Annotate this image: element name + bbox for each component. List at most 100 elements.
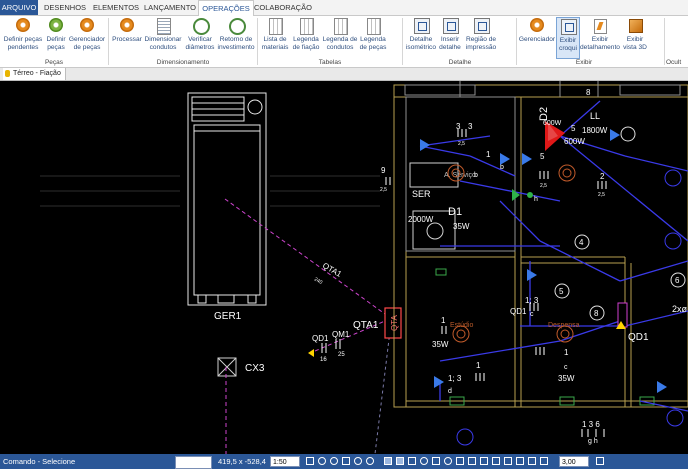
scale-select[interactable]: 1:50 <box>270 456 300 467</box>
track-icon[interactable] <box>366 457 374 465</box>
regiao-impressao-button[interactable]: Região de impressão <box>463 17 499 57</box>
dimensionar-condutos-button[interactable]: Dimensionar condutos <box>143 17 183 57</box>
button-label: Definir peças <box>3 36 43 43</box>
legenda-pecas-button[interactable]: Legenda de peças <box>358 17 388 57</box>
num-3-b: 3 <box>468 122 473 131</box>
ortho-icon[interactable] <box>330 457 338 465</box>
lineweight-toggle-icon[interactable] <box>516 457 524 465</box>
money-icon <box>229 18 246 35</box>
processar-button[interactable]: Processar <box>111 17 143 57</box>
table-icon <box>367 18 381 35</box>
button-label: Detalhe <box>409 36 433 43</box>
tab-desenhos[interactable]: DESENHOS <box>42 0 88 15</box>
extension-icon[interactable] <box>444 457 452 465</box>
osnap-icon[interactable] <box>342 457 350 465</box>
hatch-icon[interactable] <box>540 457 548 465</box>
button-label: impressão <box>465 43 497 51</box>
button-label: Dimensionar <box>144 36 182 43</box>
perpendicular-icon[interactable] <box>468 457 476 465</box>
verificar-diametros-button[interactable]: Verificar diâmetros <box>183 17 217 57</box>
snap-icon[interactable] <box>318 457 326 465</box>
nearest-icon[interactable] <box>492 457 500 465</box>
command-input[interactable] <box>175 456 212 469</box>
definir-pecas-button[interactable]: Definir peças <box>44 17 68 57</box>
tab-arquivo[interactable]: ARQUIVO <box>0 0 38 15</box>
intersection-icon[interactable] <box>432 457 440 465</box>
group-separator <box>516 18 517 65</box>
tab-elementos[interactable]: ELEMENTOS <box>90 0 142 15</box>
cursor-coordinates: 419,5 x -528,4 <box>218 457 266 466</box>
retorno-investimento-button[interactable]: Retorno de investimento <box>217 17 255 57</box>
gerenciador-pecas-button[interactable]: Gerenciador de peças <box>68 17 106 57</box>
zoom-icon[interactable] <box>596 457 604 465</box>
exibir-vista-3d-button[interactable]: Exibir vista 3D <box>620 17 650 57</box>
label-2000w: 2000W <box>408 215 434 224</box>
button-label: detalhe <box>439 43 461 51</box>
button-label: de fiação <box>292 43 320 51</box>
view-tab-terreo[interactable]: Térreo - Fiação <box>3 68 66 80</box>
label-qtd: 1 3 6 <box>582 420 600 429</box>
midpoint-icon[interactable] <box>396 457 404 465</box>
table-icon <box>269 18 283 35</box>
tab-colaboracao[interactable]: COLABORAÇÃO <box>254 0 312 15</box>
quadrant-icon[interactable] <box>420 457 428 465</box>
gerenciador-button[interactable]: Gerenciador <box>518 17 556 57</box>
label-5-top: 5 <box>571 124 576 133</box>
legenda-fiacao-button[interactable]: Legenda de fiação <box>290 17 322 57</box>
letter-b-b: b <box>474 172 478 179</box>
button-label: de peças <box>359 43 387 51</box>
num-9: 9 <box>381 166 386 175</box>
status-bar: Comando - Selecione 419,5 x -528,4 1:50 … <box>0 454 688 469</box>
label-ger1: GER1 <box>214 311 242 322</box>
insertion-icon[interactable] <box>456 457 464 465</box>
processar-icon <box>120 18 134 32</box>
button-label: Verificar <box>188 36 212 43</box>
button-label: Lista de <box>263 36 287 43</box>
detail-sheet-icon <box>594 19 607 34</box>
panel-qd1[interactable] <box>617 302 628 328</box>
lista-materiais-button[interactable]: Lista de materiais <box>260 17 290 57</box>
wire-25: 25 <box>338 352 345 358</box>
group-exibir-label: Exibir <box>575 59 593 66</box>
wire-16: 16 <box>320 357 327 363</box>
group-pecas-label: Peças <box>44 59 64 66</box>
tangent-icon[interactable] <box>480 457 488 465</box>
lineweight-input[interactable]: 3,00 <box>559 456 589 467</box>
grid-icon[interactable] <box>306 457 314 465</box>
label-qd1-inner: QD1 <box>510 307 527 316</box>
label-8-top: 8 <box>586 88 591 97</box>
exibir-detalhamento-button[interactable]: Exibir detalhamento <box>580 17 620 57</box>
button-label: Retorno de <box>219 36 253 43</box>
endpoint-icon[interactable] <box>384 457 392 465</box>
layer-icon[interactable] <box>528 457 536 465</box>
drawing-canvas[interactable]: GER1 CX3 QTA1 240 QTA1 QTA QD1 QM1 16 25… <box>0 81 688 454</box>
tab-operacoes[interactable]: OPERAÇÕES <box>198 0 254 16</box>
polar-icon[interactable] <box>354 457 362 465</box>
group-separator <box>402 18 403 65</box>
group-detalhe-label: Detalhe <box>448 59 472 66</box>
button-label: detalhamento <box>580 43 620 51</box>
num-1-b: 1 <box>441 316 446 325</box>
button-label: Exibir <box>591 36 609 43</box>
isometric-icon <box>414 18 430 34</box>
table-icon <box>300 18 314 35</box>
definir-pecas-pendentes-button[interactable]: Definir peças pendentes <box>2 17 44 57</box>
detalhe-isometrico-button[interactable]: Detalhe isométrico <box>405 17 437 57</box>
button-label: Processar <box>112 36 142 43</box>
num-1-3-b: 1; 3 <box>448 374 462 383</box>
exibir-croqui-button[interactable]: Exibir croqui <box>556 17 580 59</box>
tab-lancamento[interactable]: LANÇAMENTO <box>144 0 196 15</box>
label-35w-c: 35W <box>558 374 575 383</box>
button-label: croqui <box>559 44 577 52</box>
button-label: Inserir <box>440 36 460 43</box>
center-icon[interactable] <box>408 457 416 465</box>
label-35w-b: 35W <box>432 340 449 349</box>
num-2: 2 <box>600 172 605 181</box>
parallel-icon[interactable] <box>504 457 512 465</box>
legenda-condutos-button[interactable]: Legenda de condutos <box>322 17 358 57</box>
num-3-a: 3 <box>456 122 461 131</box>
inserir-detalhe-button[interactable]: Inserir detalhe <box>437 17 463 57</box>
ribbon-tabs: ARQUIVO DESENHOS ELEMENTOS LANÇAMENTO OP… <box>0 0 688 16</box>
gear-icon <box>80 18 94 32</box>
circle-8: 8 <box>594 309 599 318</box>
